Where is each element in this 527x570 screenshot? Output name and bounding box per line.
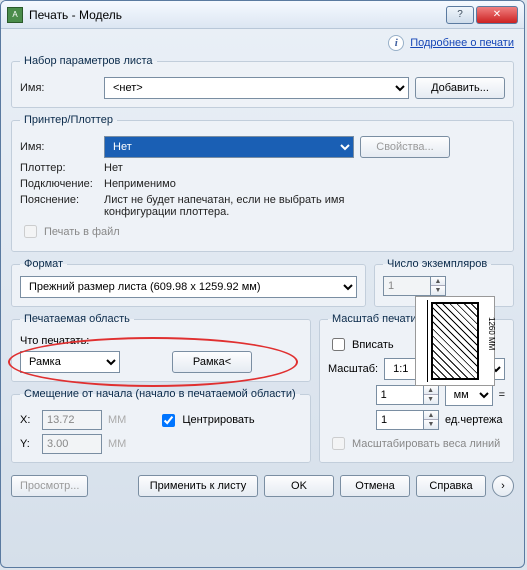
info-icon: i <box>388 35 404 51</box>
copies-legend: Число экземпляров <box>383 258 491 270</box>
preview-dim: 1260 MM <box>487 317 496 350</box>
printer-props-button: Свойства... <box>360 136 450 158</box>
cancel-button[interactable]: Отмена <box>340 475 410 497</box>
center-checkbox[interactable] <box>162 414 175 427</box>
area-group: Печатаемая область Что печатать: Рамка Р… <box>11 313 311 382</box>
expand-button[interactable]: › <box>492 475 514 497</box>
fit-label: Вписать <box>352 339 394 351</box>
scale-unit2: ед.чертежа <box>445 414 505 426</box>
format-select[interactable]: Прежний размер листа (609.98 x 1259.92 м… <box>20 276 357 298</box>
plotter-value: Нет <box>104 162 123 174</box>
offset-y-input <box>42 434 102 454</box>
scale-label: Масштаб: <box>328 363 378 375</box>
printer-name-label: Имя: <box>20 141 98 153</box>
titlebar[interactable]: A Печать - Модель ? ✕ <box>1 1 524 29</box>
offset-x-unit: MM <box>108 414 126 426</box>
offset-y-unit: MM <box>108 438 126 450</box>
print-dialog: A Печать - Модель ? ✕ i Подробнее о печа… <box>0 0 525 568</box>
window-title: Печать - Модель <box>29 8 446 22</box>
preview-button: Просмотр... <box>11 475 88 497</box>
printer-name-select[interactable]: Нет <box>104 136 354 158</box>
apply-to-sheet-button[interactable]: Применить к листу <box>138 475 258 497</box>
printer-group: Принтер/Плоттер Имя: Нет Свойства... Пло… <box>11 114 514 252</box>
pageset-name-select[interactable]: <нет> <box>104 77 409 99</box>
scale-num2-spinner[interactable]: ▲▼ <box>424 410 439 430</box>
scale-weights-label: Масштабировать веса линий <box>352 438 500 450</box>
pageset-name-label: Имя: <box>20 82 98 94</box>
scale-num2-input[interactable] <box>376 410 424 430</box>
chevron-right-icon: › <box>501 480 505 492</box>
area-legend: Печатаемая область <box>20 313 134 325</box>
pageset-group: Набор параметров листа Имя: <нет> Добави… <box>11 55 514 108</box>
scale-legend: Масштаб печати <box>328 313 421 325</box>
desc-label: Пояснение: <box>20 194 98 206</box>
offset-legend: Смещение от начала (начало в печатаемой … <box>20 388 300 400</box>
print-to-file-label: Печать в файл <box>44 226 120 238</box>
more-info-link[interactable]: Подробнее о печати <box>410 37 514 49</box>
offset-x-label: X: <box>20 414 36 426</box>
offset-group: Смещение от начала (начало в печатаемой … <box>11 388 311 463</box>
offset-y-label: Y: <box>20 438 36 450</box>
frame-pick-button[interactable]: Рамка< <box>172 351 252 373</box>
copies-input <box>383 276 431 296</box>
plotter-label: Плоттер: <box>20 162 98 174</box>
app-icon: A <box>7 7 23 23</box>
ok-button[interactable]: OK <box>264 475 334 497</box>
format-legend: Формат <box>20 258 67 270</box>
print-to-file-checkbox <box>24 225 37 238</box>
center-label: Центрировать <box>182 414 254 426</box>
what-print-label: Что печатать: <box>20 335 89 347</box>
printer-legend: Принтер/Плоттер <box>20 114 117 126</box>
offset-x-input <box>42 410 102 430</box>
copies-spinner[interactable]: ▲▼ <box>431 276 446 296</box>
scale-unit-select[interactable]: мм <box>445 384 493 406</box>
scale-num1-spinner[interactable]: ▲▼ <box>424 385 439 405</box>
paper-preview: 1260 MM <box>415 296 495 386</box>
what-print-select[interactable]: Рамка <box>20 351 120 373</box>
fit-checkbox[interactable] <box>332 338 345 351</box>
help-button[interactable]: ? <box>446 6 474 24</box>
add-pageset-button[interactable]: Добавить... <box>415 77 505 99</box>
scale-weights-checkbox <box>332 437 345 450</box>
help-button-footer[interactable]: Справка <box>416 475 486 497</box>
format-group: Формат Прежний размер листа (609.98 x 12… <box>11 258 366 307</box>
pageset-legend: Набор параметров листа <box>20 55 157 67</box>
connection-value: Неприменимо <box>104 178 176 190</box>
connection-label: Подключение: <box>20 178 98 190</box>
scale-eq: = <box>499 389 505 401</box>
desc-value: Лист не будет напечатан, если не выбрать… <box>104 194 354 218</box>
close-button[interactable]: ✕ <box>476 6 518 24</box>
scale-num1-input[interactable] <box>376 385 424 405</box>
